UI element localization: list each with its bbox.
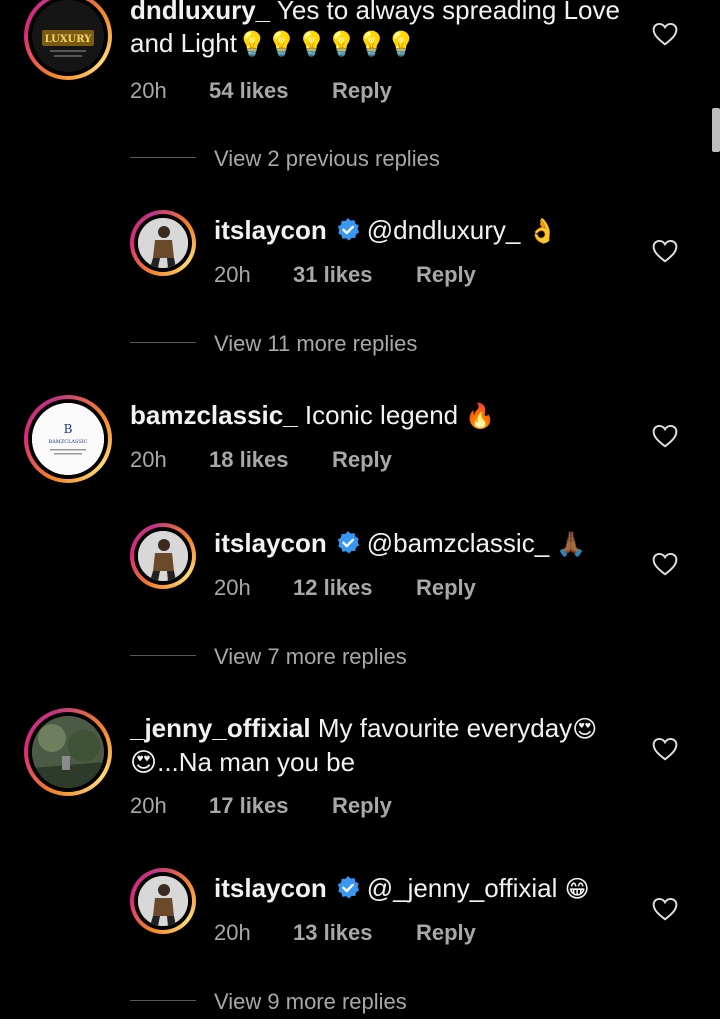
divider-line: [130, 1000, 196, 1001]
comment-time: 20h: [130, 793, 167, 818]
view-more-replies-button[interactable]: View 9 more replies: [214, 989, 407, 1015]
heart-icon[interactable]: [652, 737, 678, 761]
avatar[interactable]: [130, 210, 196, 276]
divider-line: [130, 655, 196, 656]
avatar[interactable]: [130, 868, 196, 934]
verified-badge-icon: [337, 531, 359, 554]
comment-time: 20h: [214, 262, 251, 287]
comment-text: Iconic legend: [304, 400, 459, 430]
view-more-replies-button[interactable]: View 7 more replies: [214, 644, 407, 670]
comment-time: 20h: [130, 78, 167, 103]
heart-icon[interactable]: [652, 22, 678, 46]
comment-emojis: 😍: [572, 715, 598, 743]
heart-icon[interactable]: [652, 424, 678, 448]
comment-likes[interactable]: 18 likes: [209, 447, 332, 473]
view-previous-replies-button[interactable]: View 2 previous replies: [214, 146, 440, 172]
heart-icon[interactable]: [652, 552, 678, 576]
comment-emojis: 🔥: [465, 402, 496, 430]
comment-likes[interactable]: 31 likes: [293, 262, 416, 288]
comment-emojis: 🙏🏾: [556, 530, 587, 558]
comment-text: My favourite everyday: [317, 713, 573, 743]
comment-username[interactable]: itslaycon: [214, 528, 327, 558]
svg-text:BAMZCLASSIC: BAMZCLASSIC: [48, 439, 87, 445]
comment-likes[interactable]: 12 likes: [293, 575, 416, 601]
comments-screen: LUXURY dndluxury_ Yes to always spreadin…: [0, 0, 720, 1019]
divider-line: [130, 157, 196, 158]
comment-time: 20h: [130, 447, 167, 472]
reply-button[interactable]: Reply: [416, 262, 476, 288]
avatar[interactable]: [130, 523, 196, 589]
luxury-logo: LUXURY: [32, 0, 104, 72]
comment-emojis: 💡💡💡💡💡💡: [236, 30, 417, 58]
scrollbar-thumb[interactable]: [712, 108, 720, 152]
mention-link[interactable]: @_jenny_offixial: [367, 873, 558, 903]
comment-time: 20h: [214, 575, 251, 600]
comment-likes[interactable]: 17 likes: [209, 793, 332, 819]
avatar[interactable]: B BAMZCLASSIC: [24, 395, 112, 483]
reply-button[interactable]: Reply: [332, 447, 392, 473]
comment-username[interactable]: itslaycon: [214, 215, 327, 245]
reply-button[interactable]: Reply: [416, 920, 476, 946]
comment-emojis: 👌: [527, 217, 558, 245]
comment-emojis: 😁: [564, 875, 590, 903]
verified-badge-icon: [337, 218, 359, 241]
comment-username[interactable]: itslaycon: [214, 873, 327, 903]
svg-text:B: B: [64, 422, 73, 436]
comment-username[interactable]: dndluxury_: [130, 0, 270, 25]
heart-icon[interactable]: [652, 239, 678, 263]
mention-link[interactable]: @bamzclassic_: [367, 528, 549, 558]
avatar[interactable]: [24, 708, 112, 796]
reply-button[interactable]: Reply: [416, 575, 476, 601]
comment-username[interactable]: bamzclassic_: [130, 400, 298, 430]
comment-time: 20h: [214, 920, 251, 945]
reply-button[interactable]: Reply: [332, 793, 392, 819]
avatar[interactable]: LUXURY: [24, 0, 112, 80]
svg-text:LUXURY: LUXURY: [45, 34, 93, 45]
comment-username[interactable]: _jenny_offixial: [130, 713, 311, 743]
comment-text-continued: 😍...Na man you be: [130, 747, 356, 777]
divider-line: [130, 342, 196, 343]
view-more-replies-button[interactable]: View 11 more replies: [214, 331, 417, 357]
mention-link[interactable]: @dndluxury_: [367, 215, 521, 245]
reply-button[interactable]: Reply: [332, 78, 392, 104]
comment-likes[interactable]: 54 likes: [209, 78, 332, 104]
comment-likes[interactable]: 13 likes: [293, 920, 416, 946]
heart-icon[interactable]: [652, 897, 678, 921]
verified-badge-icon: [337, 876, 359, 899]
